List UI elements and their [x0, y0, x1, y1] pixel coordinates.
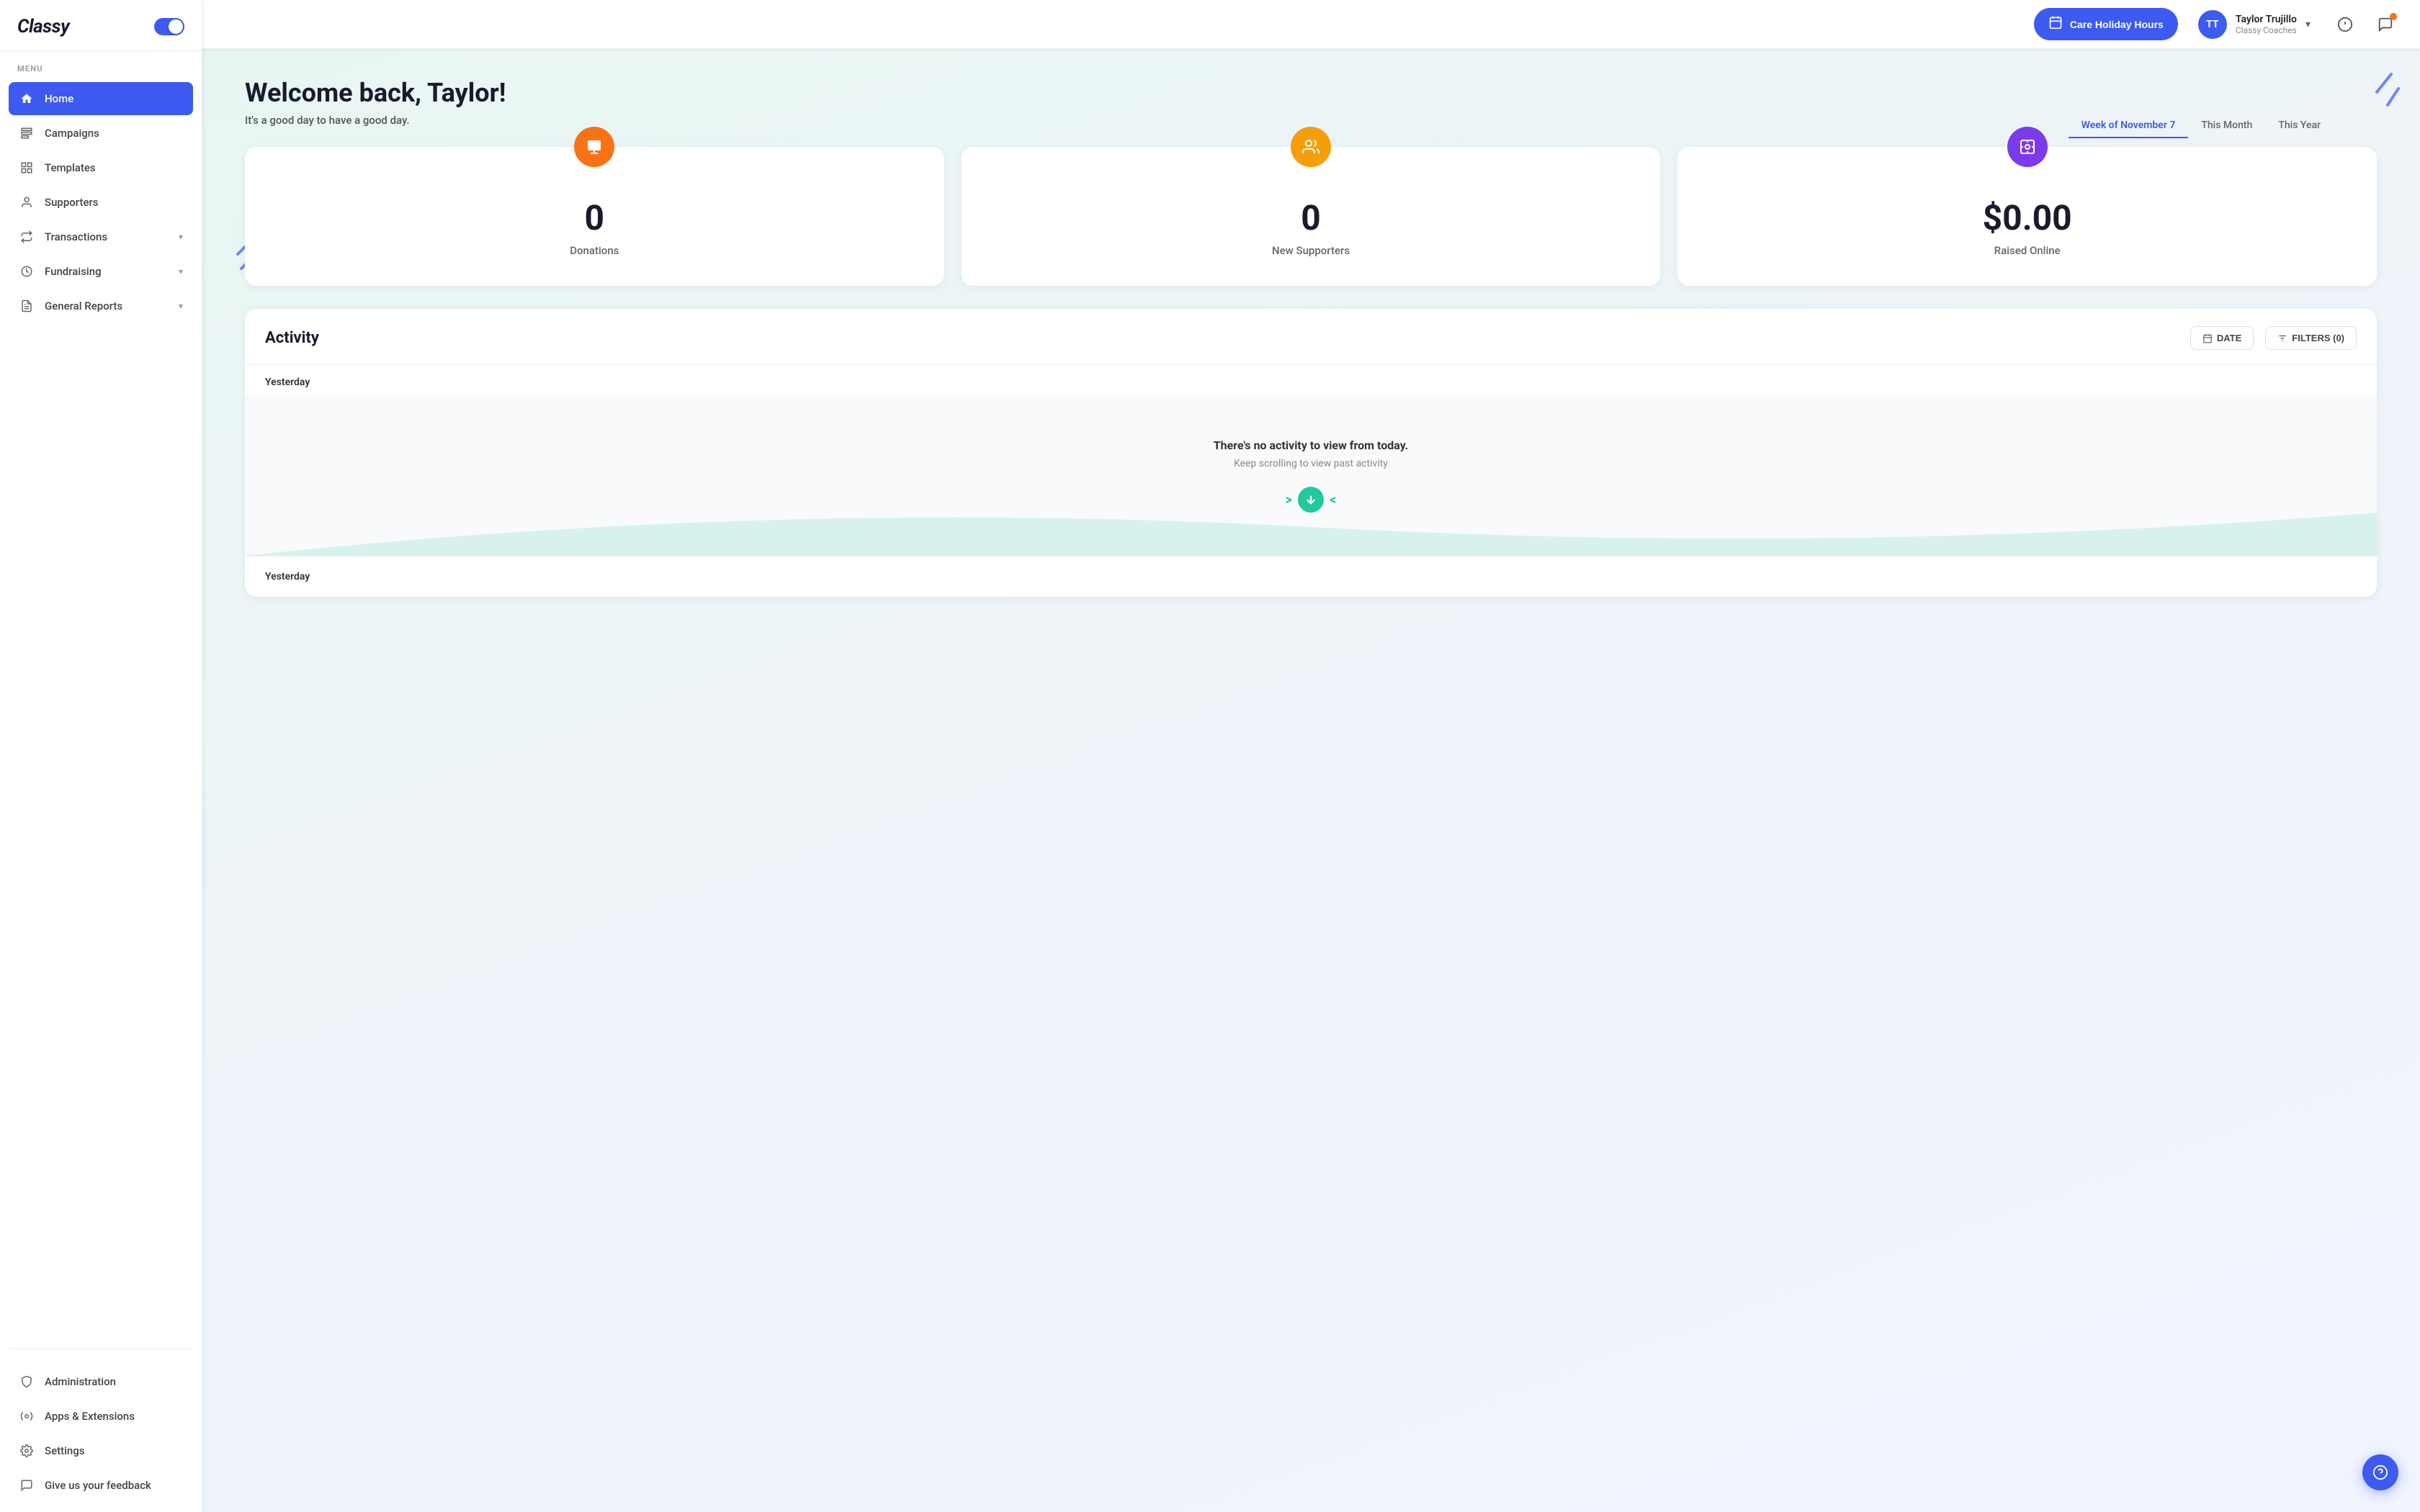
welcome-title: Welcome back, Taylor! — [245, 78, 2377, 108]
wave-decoration — [245, 498, 2377, 556]
stats-row: 0 Donations 0 New Supporters $0.00 Raise… — [245, 147, 2377, 286]
tab-month[interactable]: This Month — [2188, 114, 2265, 138]
stat-card-raised: $0.00 Raised Online — [1677, 147, 2377, 286]
sidebar-toggle[interactable] — [154, 18, 184, 35]
sidebar-item-supporters-label: Supporters — [45, 196, 99, 209]
sidebar-item-feedback[interactable]: Give us your feedback — [9, 1469, 193, 1502]
transactions-icon — [19, 229, 35, 245]
raised-label: Raised Online — [1994, 244, 2061, 257]
templates-icon — [19, 160, 35, 176]
sidebar-item-home-label: Home — [45, 92, 73, 105]
sidebar-item-settings-label: Settings — [45, 1444, 85, 1457]
stat-card-supporters: 0 New Supporters — [962, 147, 1661, 286]
stat-card-donations: 0 Donations — [245, 147, 944, 286]
main-nav: Home Campaigns Templates Supporters Tran… — [0, 79, 202, 1341]
user-dropdown-chevron-icon: ▾ — [2305, 19, 2311, 30]
app-logo: Classy — [17, 16, 69, 37]
tab-year[interactable]: This Year — [2265, 114, 2334, 138]
sidebar-item-settings[interactable]: Settings — [9, 1434, 193, 1467]
sidebar-item-fundraising[interactable]: Fundraising ▾ — [9, 255, 193, 288]
sidebar-item-templates[interactable]: Templates — [9, 151, 193, 184]
main-area: Care Holiday Hours TT Taylor Trujillo Cl… — [202, 0, 2420, 1512]
activity-card: Activity DATE FILTERS (0) Yesterday Ther… — [245, 309, 2377, 597]
sidebar-item-transactions[interactable]: Transactions ▾ — [9, 220, 193, 253]
raised-icon-circle — [2007, 127, 2048, 167]
home-icon — [19, 91, 35, 107]
sidebar-item-general-reports[interactable]: General Reports ▾ — [9, 289, 193, 323]
user-name: Taylor Trujillo — [2236, 14, 2297, 25]
help-fab-button[interactable] — [2362, 1454, 2398, 1490]
sidebar: Classy MENU Home Campaigns Templates — [0, 0, 202, 1512]
supporters-value: 0 — [1301, 197, 1321, 238]
tab-week[interactable]: Week of November 7 — [2069, 114, 2189, 138]
sidebar-item-campaigns[interactable]: Campaigns — [9, 117, 193, 150]
sidebar-item-home[interactable]: Home — [9, 82, 193, 115]
general-reports-icon — [19, 298, 35, 314]
donations-label: Donations — [570, 244, 619, 257]
sidebar-item-apps-extensions[interactable]: Apps & Extensions — [9, 1400, 193, 1433]
activity-bottom-yesterday: Yesterday — [245, 556, 2377, 597]
holiday-btn-label: Care Holiday Hours — [2070, 19, 2164, 30]
donations-icon-circle — [574, 127, 614, 167]
activity-title: Activity — [265, 329, 319, 347]
feedback-icon — [19, 1477, 35, 1493]
chat-button[interactable] — [2371, 10, 2400, 39]
general-reports-chevron-icon: ▾ — [179, 301, 183, 311]
settings-icon — [19, 1443, 35, 1459]
fundraising-chevron-icon: ▾ — [179, 266, 183, 276]
activity-empty-subtitle: Keep scrolling to view past activity — [1234, 458, 1388, 469]
activity-empty-title: There's no activity to view from today. — [1214, 438, 1409, 452]
fundraising-icon — [19, 264, 35, 279]
activity-controls: DATE FILTERS (0) — [2190, 326, 2357, 350]
user-info: Taylor Trujillo Classy Coaches — [2236, 14, 2297, 35]
administration-icon — [19, 1374, 35, 1390]
apps-extensions-icon — [19, 1408, 35, 1424]
supporters-icon-circle — [1291, 127, 1331, 167]
user-avatar: TT — [2198, 10, 2227, 39]
campaigns-icon — [19, 125, 35, 141]
supporters-icon — [19, 194, 35, 210]
sidebar-item-feedback-label: Give us your feedback — [45, 1479, 151, 1492]
sidebar-item-administration-label: Administration — [45, 1375, 116, 1388]
transactions-chevron-icon: ▾ — [179, 232, 183, 242]
sidebar-item-transactions-label: Transactions — [45, 230, 107, 243]
welcome-section: Welcome back, Taylor! It's a good day to… — [245, 78, 2377, 127]
sidebar-item-fundraising-label: Fundraising — [45, 265, 102, 278]
logo-area: Classy — [0, 0, 202, 51]
sidebar-item-general-reports-label: General Reports — [45, 300, 122, 312]
sidebar-item-campaigns-label: Campaigns — [45, 127, 99, 140]
donations-value: 0 — [585, 197, 605, 238]
activity-empty-state: There's no activity to view from today. … — [245, 395, 2377, 556]
user-role: Classy Coaches — [2236, 25, 2297, 35]
sidebar-item-apps-extensions-label: Apps & Extensions — [45, 1410, 135, 1423]
user-area[interactable]: TT Taylor Trujillo Classy Coaches ▾ — [2190, 6, 2319, 43]
supporters-label: New Supporters — [1272, 244, 1350, 257]
activity-header: Activity DATE FILTERS (0) — [245, 309, 2377, 365]
sidebar-item-supporters[interactable]: Supporters — [9, 186, 193, 219]
filters-btn-label: FILTERS (0) — [2292, 333, 2344, 343]
content-area: Welcome back, Taylor! It's a good day to… — [202, 49, 2420, 1512]
menu-label: MENU — [0, 51, 202, 79]
holiday-hours-button[interactable]: Care Holiday Hours — [2034, 8, 2178, 40]
period-tabs: Week of November 7 This Month This Year — [2069, 114, 2334, 138]
sidebar-bottom: Administration Apps & Extensions Setting… — [0, 1356, 202, 1512]
notification-dot — [2390, 13, 2397, 20]
info-button[interactable] — [2331, 10, 2360, 39]
raised-value: $0.00 — [1983, 197, 2072, 238]
date-filter-button[interactable]: DATE — [2190, 326, 2254, 350]
date-btn-label: DATE — [2217, 333, 2241, 343]
activity-yesterday-label: Yesterday — [245, 365, 2377, 395]
sidebar-item-administration[interactable]: Administration — [9, 1365, 193, 1398]
filters-button[interactable]: FILTERS (0) — [2265, 326, 2357, 350]
activity-content: Yesterday There's no activity to view fr… — [245, 365, 2377, 556]
sidebar-item-templates-label: Templates — [45, 161, 96, 174]
topbar: Care Holiday Hours TT Taylor Trujillo Cl… — [202, 0, 2420, 49]
welcome-subtitle: It's a good day to have a good day. — [245, 114, 2377, 127]
calendar-icon — [2048, 15, 2063, 33]
